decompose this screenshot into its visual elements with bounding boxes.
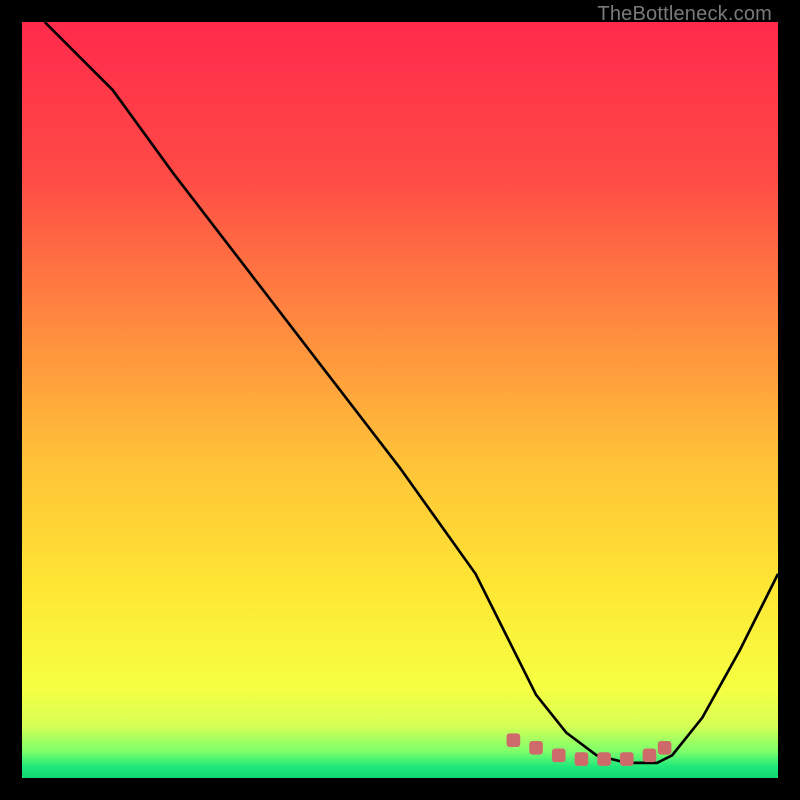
plot-area: [22, 22, 778, 778]
background-gradient: [22, 22, 778, 778]
